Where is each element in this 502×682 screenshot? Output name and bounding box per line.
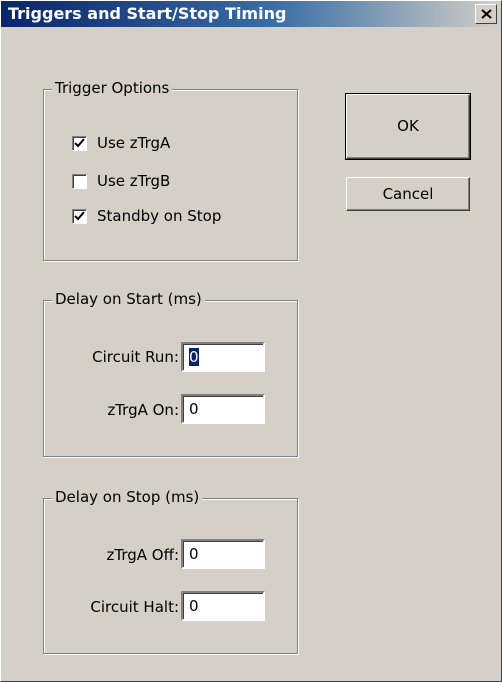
standby-on-stop-label: Standby on Stop — [97, 207, 222, 225]
circuit-run-value: 0 — [189, 348, 199, 366]
use-ztrga-checkbox[interactable]: Use zTrgA — [72, 132, 170, 154]
delay-start-label: Delay on Start (ms) — [52, 290, 205, 308]
circuit-halt-label: Circuit Halt: — [90, 598, 179, 616]
use-ztrgb-checkbox[interactable]: Use zTrgB — [72, 170, 170, 192]
trigger-options-group: Trigger Options Use zTrgA Use zTrgB Stan… — [43, 79, 298, 261]
cancel-button-label: Cancel — [382, 185, 434, 203]
checkbox-box[interactable] — [72, 208, 87, 224]
close-button[interactable] — [475, 4, 497, 24]
window-title: Triggers and Start/Stop Timing — [8, 4, 287, 23]
circuit-run-input[interactable]: 0 — [181, 342, 265, 372]
ztrga-on-label: zTrgA On: — [107, 401, 179, 419]
ok-button[interactable]: OK — [345, 93, 471, 160]
checkmark-icon — [74, 210, 85, 220]
standby-on-stop-checkbox[interactable]: Standby on Stop — [72, 205, 221, 227]
title-bar: Triggers and Start/Stop Timing — [1, 1, 501, 27]
ztrga-off-value: 0 — [189, 545, 199, 563]
cancel-button[interactable]: Cancel — [346, 177, 470, 211]
circuit-halt-input[interactable]: 0 — [181, 591, 265, 621]
use-ztrgb-label: Use zTrgB — [97, 172, 171, 190]
dialog-window: Triggers and Start/Stop Timing Trigger O… — [0, 0, 502, 682]
use-ztrga-label: Use zTrgA — [97, 134, 171, 152]
ztrga-on-input[interactable]: 0 — [181, 394, 265, 424]
checkbox-box[interactable] — [72, 135, 87, 151]
checkmark-icon — [74, 137, 85, 147]
ok-button-label: OK — [397, 117, 419, 135]
ztrga-off-input[interactable]: 0 — [181, 539, 265, 569]
delay-stop-label: Delay on Stop (ms) — [52, 488, 203, 506]
trigger-options-label: Trigger Options — [52, 79, 173, 97]
circuit-run-label: Circuit Run: — [92, 348, 179, 366]
ztrga-on-value: 0 — [189, 400, 199, 418]
close-icon — [481, 9, 492, 19]
delay-start-group: Delay on Start (ms) Circuit Run: 0 zTrgA… — [43, 290, 298, 457]
circuit-halt-value: 0 — [189, 597, 199, 615]
ztrga-off-label: zTrgA Off: — [106, 546, 179, 564]
delay-stop-group: Delay on Stop (ms) zTrgA Off: 0 Circuit … — [43, 488, 298, 654]
checkbox-box[interactable] — [72, 173, 87, 189]
